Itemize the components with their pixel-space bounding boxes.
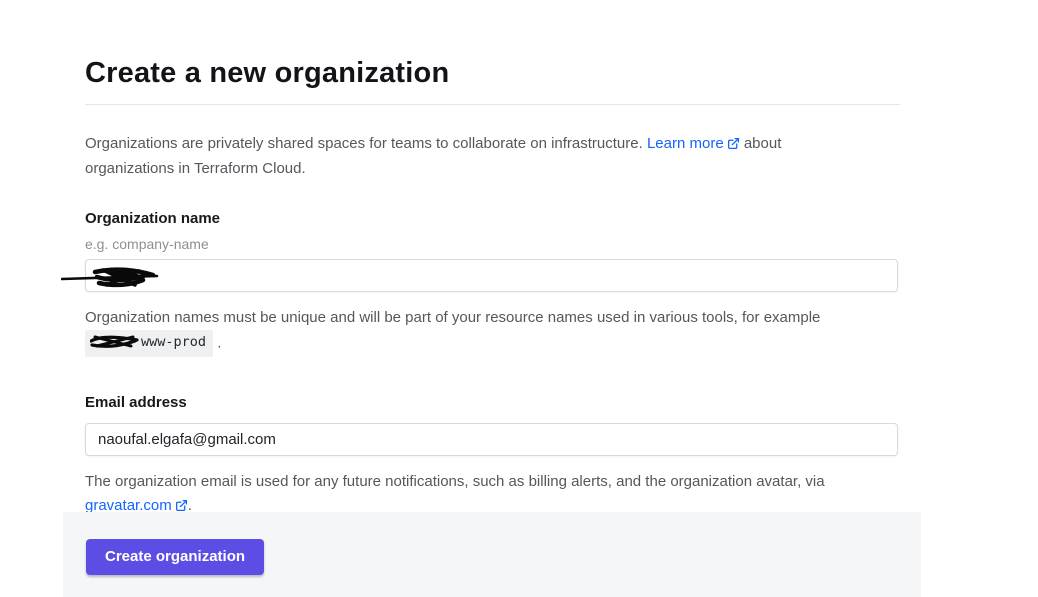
org-help-text: Organization names must be unique and wi… <box>85 309 820 326</box>
create-organization-form: Create a new organization Organizations … <box>85 0 900 535</box>
org-help-suffix: . <box>217 334 221 351</box>
email-address-input[interactable] <box>85 423 898 456</box>
learn-more-link[interactable]: Learn more <box>647 135 740 152</box>
email-help-text: The organization email is used for any f… <box>85 473 825 490</box>
intro-text-before: Organizations are privately shared space… <box>85 135 643 152</box>
email-address-label: Email address <box>85 394 900 411</box>
organization-name-input[interactable] <box>85 259 898 292</box>
create-organization-button[interactable]: Create organization <box>86 539 264 575</box>
organization-name-label: Organization name <box>85 210 900 227</box>
page-title: Create a new organization <box>85 57 900 90</box>
intro-text: Organizations are privately shared space… <box>85 132 867 180</box>
organization-name-help: Organization names must be unique and wi… <box>85 306 900 357</box>
resource-name-example-code: www-prod <box>85 330 213 357</box>
email-input-wrap <box>85 423 898 456</box>
example-code-text: www-prod <box>141 334 206 350</box>
external-link-icon <box>727 134 740 157</box>
scribble-redaction-mark <box>90 332 140 354</box>
title-divider <box>85 104 900 105</box>
organization-name-hint: e.g. company-name <box>85 236 900 252</box>
form-footer: Create organization <box>63 512 921 597</box>
learn-more-label: Learn more <box>647 135 724 152</box>
organization-name-input-wrap <box>85 259 898 292</box>
